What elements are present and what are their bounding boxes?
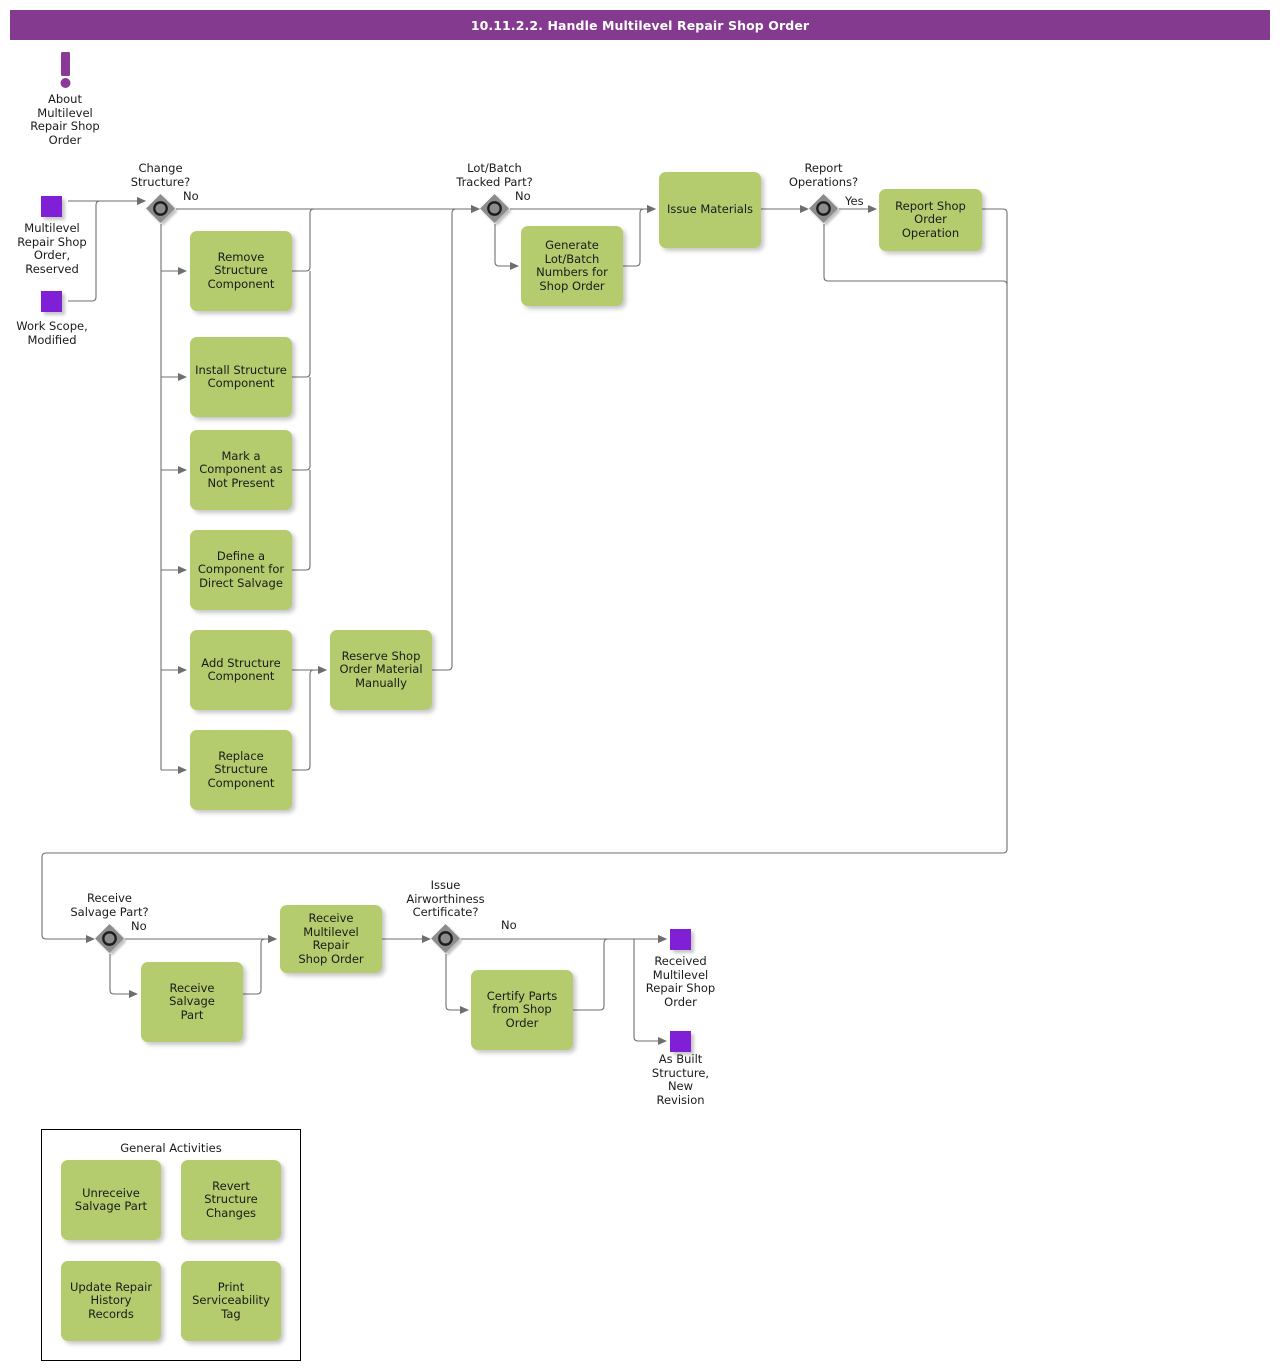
gateway-issue-airworthiness-certificate-label: Issue Airworthiness Certificate? <box>406 878 485 919</box>
exclamation-mark-icon <box>60 52 71 88</box>
activity-replace-structure-component[interactable]: Replace Structure Component <box>190 730 292 810</box>
activity-update-repair-history-records[interactable]: Update Repair History Records <box>61 1261 161 1341</box>
gateway-lot-batch-tracked-part-label: Lot/Batch Tracked Part? <box>456 161 533 189</box>
gateway-report-operations-label: Report Operations? <box>788 161 859 189</box>
activity-issue-materials[interactable]: Issue Materials <box>659 172 761 248</box>
gateway-receive-salvage-part-branch-label: No <box>131 919 147 933</box>
gateway-issue-airworthiness-certificate <box>431 924 460 953</box>
start-node-multilevel-repair-shop-order-reserved-label: Multilevel Repair Shop Order, Reserved <box>17 221 87 276</box>
gateway-lot-batch-tracked-part-branch-label: No <box>515 189 531 203</box>
start-node-work-scope-modified[interactable] <box>41 291 62 312</box>
end-node-received-multilevel-repair-shop-order-label: Received Multilevel Repair Shop Order <box>645 954 716 1009</box>
general-activities-title: General Activities <box>120 1141 222 1155</box>
activity-certify-parts-from-shop-order[interactable]: Certify Parts from Shop Order <box>471 970 573 1050</box>
activity-install-structure-component[interactable]: Install Structure Component <box>190 337 292 417</box>
start-node-multilevel-repair-shop-order-reserved[interactable] <box>41 196 62 217</box>
start-node-work-scope-modified-label: Work Scope, Modified <box>16 319 88 347</box>
gateway-issue-airworthiness-certificate-branch-label: No <box>501 918 517 932</box>
gateway-report-operations-branch-label: Yes <box>845 194 864 208</box>
activity-reserve-shop-order-material-manually[interactable]: Reserve Shop Order Material Manually <box>330 630 432 710</box>
activity-receive-multilevel-repair-shop-order[interactable]: Receive Multilevel Repair Shop Order <box>280 905 382 973</box>
gateway-lot-batch-tracked-part <box>480 194 509 223</box>
activity-unreceive-salvage-part[interactable]: Unreceive Salvage Part <box>61 1160 161 1240</box>
activity-remove-structure-component[interactable]: Remove Structure Component <box>190 231 292 311</box>
end-node-received-multilevel-repair-shop-order[interactable] <box>670 929 691 950</box>
gateway-report-operations <box>809 194 838 223</box>
activity-add-structure-component[interactable]: Add Structure Component <box>190 630 292 710</box>
activity-mark-a-component-as-not-present[interactable]: Mark a Component as Not Present <box>190 430 292 510</box>
activity-revert-structure-changes[interactable]: Revert Structure Changes <box>181 1160 281 1240</box>
gateway-change-structure-label: Change Structure? <box>130 161 191 189</box>
diagram-canvas: 10.11.2.2. Handle Multilevel Repair Shop… <box>0 0 1280 1370</box>
end-node-as-built-structure-new-revision-label: As Built Structure, New Revision <box>651 1052 710 1107</box>
end-node-as-built-structure-new-revision[interactable] <box>670 1031 691 1052</box>
gateway-receive-salvage-part <box>95 924 124 953</box>
activity-receive-salvage-part[interactable]: Receive Salvage Part <box>141 962 243 1042</box>
activity-define-a-component-for-direct-salvage[interactable]: Define a Component for Direct Salvage <box>190 530 292 610</box>
gateway-change-structure-branch-label: No <box>183 189 199 203</box>
gateway-change-structure <box>146 194 175 223</box>
activity-print-serviceability-tag[interactable]: Print Serviceability Tag <box>181 1261 281 1341</box>
about-multilevel-repair-shop-order-label: About Multilevel Repair Shop Order <box>30 92 100 147</box>
gateway-receive-salvage-part-label: Receive Salvage Part? <box>70 891 149 919</box>
page-title: 10.11.2.2. Handle Multilevel Repair Shop… <box>10 10 1270 40</box>
activity-report-shop-order-operation[interactable]: Report Shop Order Operation <box>879 189 982 251</box>
activity-generate-lot-batch-numbers-for-shop-order[interactable]: Generate Lot/Batch Numbers for Shop Orde… <box>521 226 623 306</box>
